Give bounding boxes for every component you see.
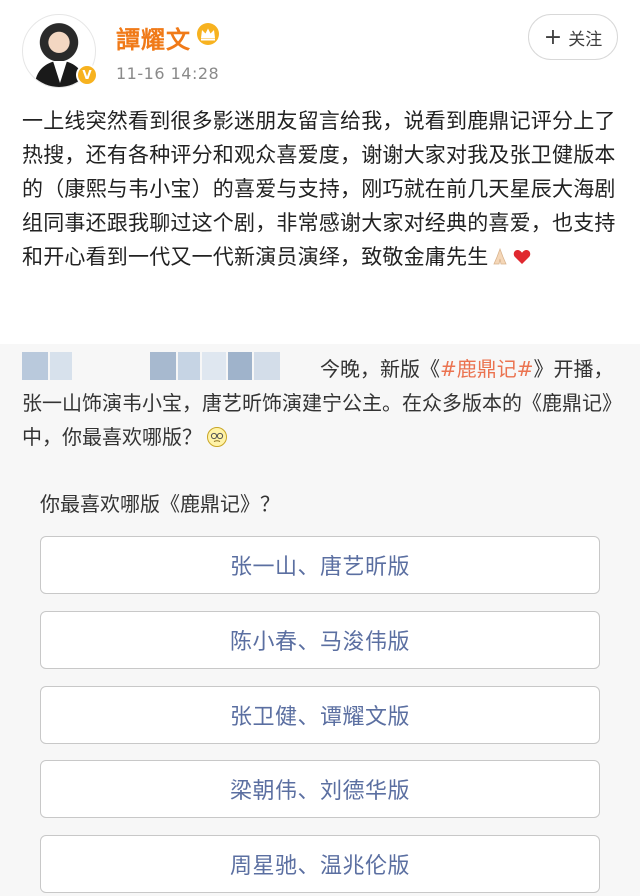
follow-button[interactable]: + 关注 — [528, 14, 618, 60]
crown-icon — [197, 23, 219, 45]
poll-title: 你最喜欢哪版《鹿鼎记》？ — [40, 492, 280, 516]
author-name[interactable]: 譚耀文 — [116, 20, 191, 55]
repost-text: 今晚，新版《#鹿鼎记#》开播，张一山饰演韦小宝，唐艺昕饰演建宁公主。在众多版本的… — [22, 352, 622, 454]
poll-option-label: 张一山、唐艺昕版 — [229, 555, 410, 580]
repost-text-part1: 今晚，新版《 — [320, 357, 440, 381]
poll-option[interactable]: 周星驰、温兆伦版 — [40, 835, 600, 893]
post-body: 一上线突然看到很多影迷朋友留言给我，说看到鹿鼎记评分上了热搜，还有各种评分和观众… — [22, 109, 616, 269]
red-heart-emoji — [514, 250, 531, 264]
verified-badge-icon: V — [76, 64, 98, 86]
poll-option[interactable]: 张一山、唐艺昕版 — [40, 536, 600, 594]
post-text: 一上线突然看到很多影迷朋友留言给我，说看到鹿鼎记评分上了热搜，还有各种评分和观众… — [22, 104, 622, 274]
repost-card[interactable]: 今晚，新版《#鹿鼎记#》开播，张一山饰演韦小宝，唐艺昕饰演建宁公主。在众多版本的… — [0, 344, 640, 896]
poll-option-label: 张卫健、谭耀文版 — [229, 705, 410, 730]
poll-option-label: 周星驰、温兆伦版 — [229, 854, 410, 879]
avatar[interactable]: V — [22, 14, 98, 88]
poll-option-label: 陈小春、马浚伟版 — [229, 630, 410, 655]
hashtag-link[interactable]: #鹿鼎记# — [440, 357, 534, 381]
post-time: 11-16 14:28 — [116, 64, 220, 83]
poll-option-label: 梁朝伟、刘德华版 — [229, 779, 410, 804]
follow-label: 关注 — [568, 29, 603, 50]
plus-icon: + — [543, 24, 563, 50]
thinking-face-emoji — [207, 427, 227, 447]
poll-option[interactable]: 陈小春、马浚伟版 — [40, 611, 600, 669]
praying-hands-emoji — [493, 247, 508, 265]
poll-option[interactable]: 梁朝伟、刘德华版 — [40, 760, 600, 818]
post-card: V 譚耀文 11-16 14:28 + 关注 一上线突然看到很多影迷朋友留言给我… — [0, 0, 640, 344]
poll-option[interactable]: 张卫健、谭耀文版 — [40, 686, 600, 744]
